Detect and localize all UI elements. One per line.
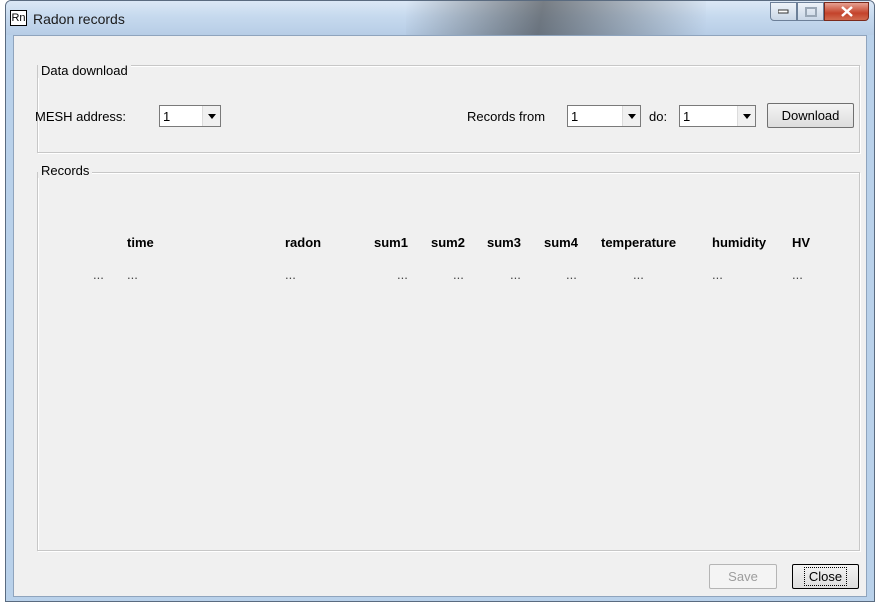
close-window-button[interactable]: [824, 2, 869, 21]
dialog-client-area: Data download MESH address: 1 Records fr…: [13, 35, 867, 597]
records-from-value: 1: [571, 109, 579, 124]
records-from-dropdown[interactable]: 1: [567, 105, 641, 127]
column-header-sum4: sum4: [544, 235, 578, 250]
chevron-down-icon[interactable]: [202, 106, 220, 126]
window-title: Radon records: [33, 11, 125, 27]
data-download-group-label: Data download: [38, 63, 131, 78]
app-icon: Rn: [10, 10, 27, 26]
records-group-label: Records: [38, 163, 93, 178]
download-button[interactable]: Download: [767, 103, 854, 128]
table-cell: ...: [285, 267, 296, 282]
do-label: do:: [649, 109, 668, 124]
table-cell: ...: [127, 267, 138, 282]
table-cell: ...: [510, 267, 521, 282]
column-header-radon: radon: [285, 235, 322, 250]
column-header-sum2: sum2: [431, 235, 465, 250]
table-cell: ...: [397, 267, 408, 282]
column-header-temperature: temperature: [601, 235, 677, 250]
maximize-button[interactable]: [797, 2, 824, 21]
table-cell: ...: [453, 267, 464, 282]
column-header-time: time: [127, 235, 154, 250]
chevron-down-icon[interactable]: [622, 106, 640, 126]
title-bar-glass: [406, 1, 706, 35]
close-button[interactable]: Close: [792, 564, 859, 589]
column-header-hv: HV: [792, 235, 811, 250]
minimize-icon: [778, 9, 789, 14]
records-to-value: 1: [683, 109, 691, 124]
maximize-icon: [804, 6, 817, 17]
table-cell: ...: [566, 267, 577, 282]
caption-buttons: [770, 2, 869, 22]
records-to-dropdown[interactable]: 1: [679, 105, 756, 127]
close-icon: [840, 6, 853, 17]
mesh-address-dropdown[interactable]: 1: [159, 105, 221, 127]
column-header-sum3: sum3: [487, 235, 521, 250]
table-cell: ...: [792, 267, 803, 282]
dialog-window: Rn Radon records Data download MESH addr…: [5, 0, 875, 602]
column-header-sum1: sum1: [374, 235, 408, 250]
chevron-down-icon[interactable]: [737, 106, 755, 126]
table-cell: ...: [633, 267, 644, 282]
records-group: [37, 172, 860, 551]
table-cell: ...: [93, 267, 104, 282]
close-button-label: Close: [803, 567, 848, 586]
save-button[interactable]: Save: [709, 564, 777, 589]
mesh-address-value: 1: [163, 109, 171, 124]
title-bar[interactable]: Rn Radon records: [6, 1, 874, 35]
minimize-button[interactable]: [770, 2, 797, 21]
column-header-humidity: humidity: [712, 235, 767, 250]
table-cell: ...: [712, 267, 723, 282]
mesh-address-label: MESH address:: [35, 109, 127, 124]
records-from-label: Records from: [467, 109, 546, 124]
